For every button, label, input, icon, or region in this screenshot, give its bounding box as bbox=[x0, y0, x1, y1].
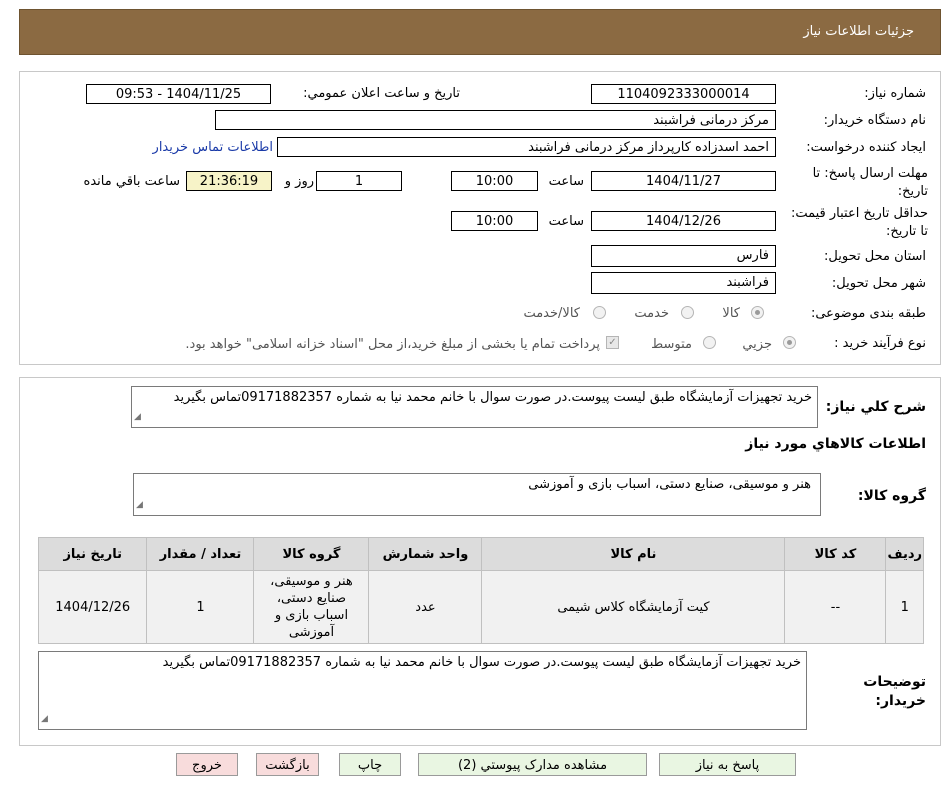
city-label: شهر محل تحویل: bbox=[831, 276, 926, 291]
deadline-time-field: 10:00 bbox=[451, 171, 538, 191]
cell-row-number: 1 bbox=[885, 570, 924, 644]
goods-group-textarea[interactable]: هنر و موسیقی، صنایع دستی، اسباب بازی و آ… bbox=[133, 473, 821, 516]
category-option-goods: کالا bbox=[722, 306, 740, 321]
days-label: روز و bbox=[284, 174, 314, 189]
resize-grip-icon[interactable]: ◢ bbox=[134, 409, 141, 426]
deadline-date-field: 1404/11/27 bbox=[591, 171, 776, 191]
province-label: استان محل تحویل: bbox=[824, 249, 926, 264]
need-number-label: شماره نیاز: bbox=[864, 86, 926, 101]
buyer-notes-text: خرید تجهیزات آزمایشگاه طبق لیست پیوست.در… bbox=[162, 655, 801, 670]
table-header-row: رديف کد کالا نام کالا واحد شمارش گروه کا… bbox=[37, 537, 924, 571]
goods-group-label: گروه کالا: bbox=[857, 488, 926, 504]
treasury-checkbox[interactable]: ✓ bbox=[606, 336, 619, 349]
province-field: فارس bbox=[591, 245, 776, 267]
cell-unit: عدد bbox=[368, 570, 483, 644]
creator-label: ايجاد کننده درخواست: bbox=[806, 140, 926, 155]
exit-button[interactable]: خروج bbox=[176, 753, 238, 776]
validity-date-field: 1404/12/26 bbox=[591, 211, 776, 231]
goods-group-text: هنر و موسیقی، صنایع دستی، اسباب بازی و آ… bbox=[528, 477, 811, 492]
validity-label: حداقل تاريخ اعتبار قیمت: تا تاریخ: bbox=[790, 206, 928, 239]
back-button[interactable]: بازگشت bbox=[256, 753, 319, 776]
items-table: رديف کد کالا نام کالا واحد شمارش گروه کا… bbox=[37, 537, 924, 644]
buyer-field: مرکز درمانی فراشبند bbox=[215, 110, 776, 130]
category-radio-service[interactable] bbox=[681, 306, 694, 319]
process-radio-minor[interactable] bbox=[783, 336, 796, 349]
process-label: نوع فرآیند خرید : bbox=[834, 336, 926, 351]
category-option-service: خدمت bbox=[634, 306, 669, 321]
validity-time-label: ساعت bbox=[548, 214, 584, 229]
col-row-number: رديف bbox=[885, 537, 924, 571]
cell-quantity: 1 bbox=[146, 570, 255, 644]
page-header: جزئیات اطلاعات نیاز bbox=[19, 9, 941, 55]
cell-need-date: 1404/12/26 bbox=[37, 570, 148, 644]
validity-time-field: 10:00 bbox=[451, 211, 538, 231]
col-item-group: گروه کالا bbox=[253, 537, 370, 571]
col-item-code: کد کالا bbox=[784, 537, 887, 571]
view-attachments-button[interactable]: مشاهده مدارک پيوستي (2) bbox=[418, 753, 647, 776]
reply-button[interactable]: پاسخ به نیاز bbox=[659, 753, 796, 776]
payment-note: پرداخت تمام یا بخشی از مبلغ خرید،از محل … bbox=[185, 337, 600, 352]
table-row: 1 -- کیت آزمایشگاه کلاس شیمی عدد هنر و م… bbox=[37, 570, 924, 644]
creator-field: احمد اسدزاده کارپرداز مرکز درمانی فراشبن… bbox=[277, 137, 776, 157]
print-button[interactable]: چاپ bbox=[339, 753, 401, 776]
col-need-date: تاريخ نياز bbox=[37, 537, 148, 571]
resize-grip-icon[interactable]: ◢ bbox=[136, 497, 143, 514]
buyer-notes-textarea[interactable]: خرید تجهیزات آزمایشگاه طبق لیست پیوست.در… bbox=[38, 651, 807, 730]
days-field: 1 bbox=[316, 171, 402, 191]
announce-datetime-field: 1404/11/25 - 09:53 bbox=[86, 84, 271, 104]
summary-text: خرید تجهیزات آزمایشگاه طبق لیست پیوست.در… bbox=[173, 390, 812, 405]
announce-label: تاریخ و ساعت اعلان عمومي: bbox=[303, 86, 460, 101]
need-number-field: 1104092333000014 bbox=[591, 84, 776, 104]
col-quantity: تعداد / مقدار bbox=[146, 537, 255, 571]
buyer-contact-link[interactable]: اطلاعات تماس خريدار bbox=[153, 140, 273, 155]
page-title: جزئیات اطلاعات نیاز bbox=[803, 24, 914, 39]
resize-grip-icon[interactable]: ◢ bbox=[41, 711, 48, 728]
buyer-notes-label: توضيحات خريدار: bbox=[863, 674, 926, 709]
process-option-medium: متوسط bbox=[651, 337, 692, 352]
col-unit: واحد شمارش bbox=[368, 537, 483, 571]
summary-label: شرح کلي نياز: bbox=[825, 399, 926, 415]
summary-textarea[interactable]: خرید تجهیزات آزمایشگاه طبق لیست پیوست.در… bbox=[131, 386, 818, 428]
category-label: طبقه بندی موضوعی: bbox=[810, 306, 926, 321]
deadline-time-label: ساعت bbox=[548, 174, 584, 189]
deadline-label: مهلت ارسال پاسخ: تا تاریخ: bbox=[812, 166, 928, 199]
category-radio-goods-service[interactable] bbox=[593, 306, 606, 319]
cell-item-code: -- bbox=[784, 570, 887, 644]
city-field: فراشبند bbox=[591, 272, 776, 294]
cell-item-group: هنر و موسیقی، صنایع دستی، اسباب بازی و آ… bbox=[253, 570, 370, 644]
category-radio-goods[interactable] bbox=[751, 306, 764, 319]
buyer-label: نام دستگاه خريدار: bbox=[823, 113, 926, 128]
remaining-label: ساعت باقي مانده bbox=[83, 174, 180, 189]
process-option-minor: جزيي bbox=[742, 337, 772, 352]
goods-section-title: اطلاعات کالاهاي مورد نياز bbox=[745, 436, 926, 452]
cell-item-name: کیت آزمایشگاه کلاس شیمی bbox=[481, 570, 786, 644]
remaining-time-field: 21:36:19 bbox=[186, 171, 272, 191]
col-item-name: نام کالا bbox=[481, 537, 786, 571]
process-radio-medium[interactable] bbox=[703, 336, 716, 349]
category-option-goods-service: کالا/خدمت bbox=[523, 306, 580, 321]
